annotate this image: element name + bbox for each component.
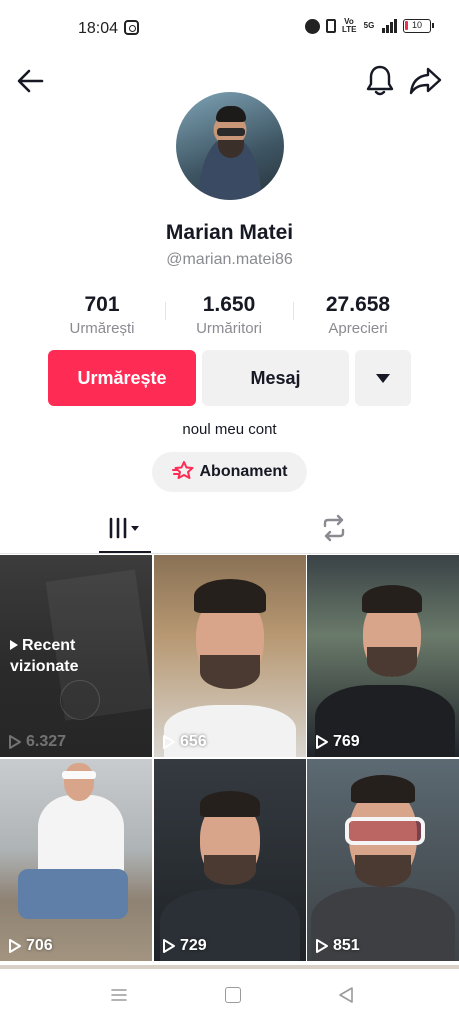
view-count: 6.327 [8,733,66,751]
vibrate-icon [326,19,336,33]
play-icon [162,734,176,750]
avatar-glasses [217,128,245,136]
stat-following[interactable]: 701 Urmărești [37,293,167,337]
avatar[interactable] [176,92,284,200]
play-icon [8,734,22,750]
view-count: 851 [315,937,360,955]
display-name: Marian Matei [165,221,294,244]
play-icon [315,938,329,954]
video-tile[interactable]: 769 [307,555,459,757]
tile-thumbnail-glasses [345,817,425,845]
play-icon [315,734,329,750]
battery-level: 10 [411,20,422,30]
view-count-value: 851 [333,937,360,954]
tile-thumbnail-stamp [60,680,100,720]
view-count-value: 656 [180,733,207,750]
menu-icon[interactable] [110,986,128,1004]
battery-icon: 10 [403,19,434,33]
recently-viewed-line2: vizionate [10,658,79,675]
view-count: 656 [162,733,207,751]
stat-likes[interactable]: 27.658 Aprecieri [293,293,423,337]
recently-viewed-label: Recent vizionate [10,635,78,677]
back-arrow-icon[interactable] [14,64,48,98]
status-bar: 18:04 Vo LTE 5G 10 [0,0,459,56]
share-icon[interactable] [408,64,444,98]
video-tile[interactable]: 706 [0,759,152,961]
stat-followers-label: Urmăritori [196,320,262,337]
video-tile-recent[interactable]: Recent vizionate 6.327 [0,555,152,757]
video-grid: Recent vizionate 6.327 656 769 706 729 8… [0,555,459,965]
tab-divider [0,553,459,554]
view-count-value: 6.327 [26,733,67,750]
video-tile[interactable]: 851 [307,759,459,961]
play-icon [8,938,22,954]
view-count: 706 [8,937,53,955]
username: @marian.matei86 [166,251,293,268]
stat-following-value: 701 [84,293,120,316]
view-count: 729 [162,937,207,955]
stat-likes-value: 27.658 [325,293,391,316]
instagram-notification-icon [124,20,139,35]
stat-followers[interactable]: 1.650 Urmăritori [164,293,294,337]
play-icon [10,640,18,650]
more-button[interactable] [355,350,411,406]
view-count-value: 706 [26,937,53,954]
tile-thumbnail [38,795,124,875]
avatar-beard [218,140,244,158]
tile-thumbnail-hair [362,585,422,613]
stat-likes-label: Aprecieri [328,320,388,337]
tile-thumbnail-jeans [18,869,128,919]
view-count-value: 769 [333,733,360,750]
tile-thumbnail-beard [200,655,260,689]
video-tile[interactable]: 656 [154,555,306,757]
bio: noul meu cont [182,421,277,438]
bell-icon[interactable] [363,62,397,98]
repost-icon [318,513,350,548]
stat-followers-value: 1.650 [202,293,256,316]
tile-thumbnail-face [64,763,94,801]
stat-following-label: Urmărești [69,320,135,337]
subscription-star-icon [171,460,194,485]
tile-thumbnail-beard [355,855,411,887]
subscription-button[interactable]: Abonament [152,452,307,492]
caret-down-icon [376,373,390,383]
status-icons: Vo LTE 5G 10 [305,17,434,34]
status-time: 18:04 [78,20,119,37]
tile-thumbnail-hair [200,791,260,817]
avatar-hair [216,106,246,122]
home-icon[interactable] [225,987,241,1003]
tab-videos[interactable] [99,507,151,553]
tile-thumbnail-hair [194,579,266,613]
alarm-icon [305,18,320,34]
message-button[interactable]: Mesaj [202,350,349,406]
subscription-label: Abonament [199,463,288,480]
view-count-value: 729 [180,937,207,954]
tile-thumbnail-beard [204,855,256,885]
tile-thumbnail-glasses [62,771,96,779]
tab-reposts[interactable] [310,507,358,553]
view-count: 769 [315,733,360,751]
volte-indicator: Vo LTE [342,17,357,34]
play-icon [162,938,176,954]
back-icon[interactable] [337,986,355,1004]
tile-thumbnail-hair [351,775,415,803]
tile-thumbnail-beard [367,647,417,677]
grid-icon [105,515,145,546]
video-tile[interactable]: 729 [154,759,306,961]
recently-viewed-line1: Recent [22,637,76,654]
system-nav-bar [0,969,459,1024]
follow-button[interactable]: Urmărește [48,350,196,406]
network-type: 5G [363,21,375,30]
signal-icon [382,19,397,33]
